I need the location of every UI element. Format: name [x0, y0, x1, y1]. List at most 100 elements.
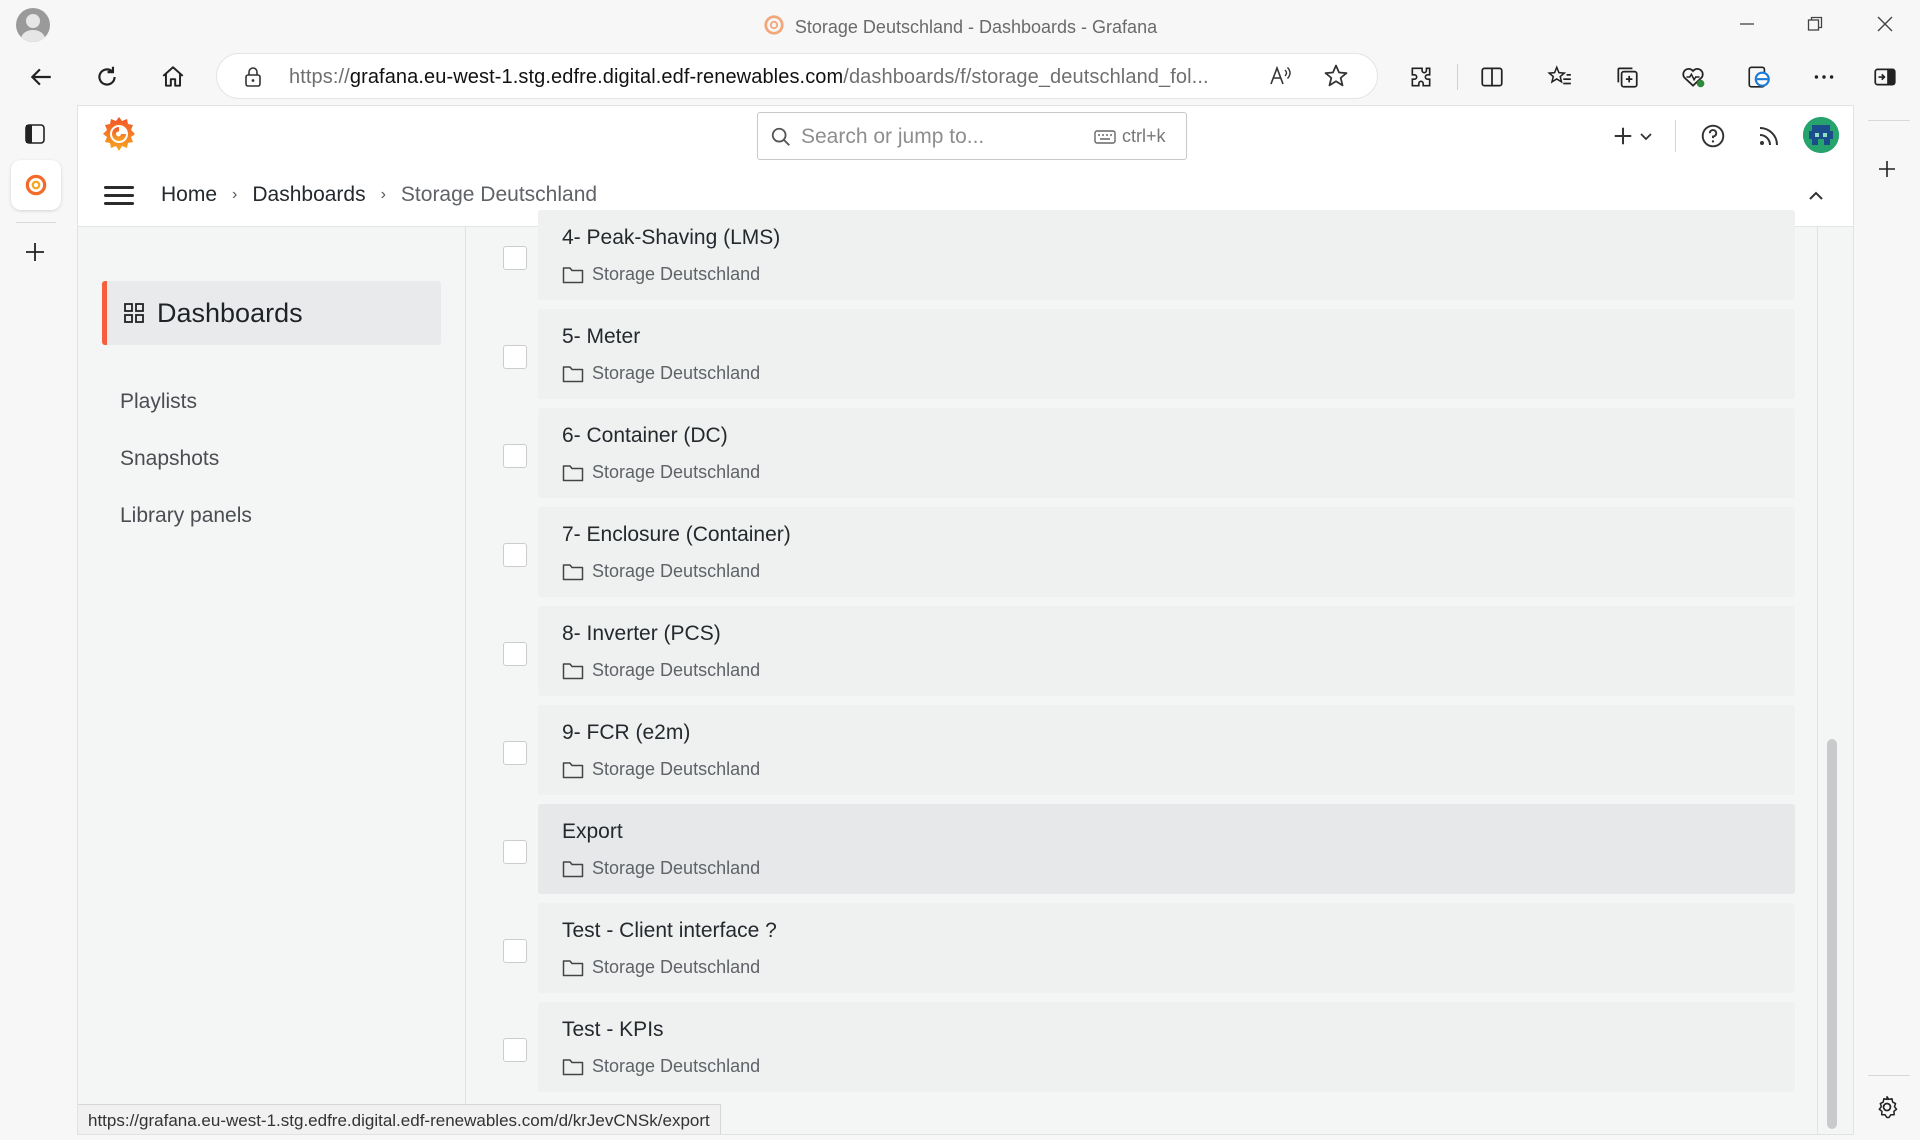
url-origin: https:// — [289, 66, 350, 88]
grafana-tab[interactable] — [11, 160, 61, 210]
list-item: 5- Meter Storage Deutschland — [466, 309, 1816, 399]
window-title-text: Storage Deutschland - Dashboards - Grafa… — [794, 17, 1158, 37]
ie-mode-icon[interactable] — [1738, 56, 1780, 98]
dashboard-folder: Storage Deutschland — [562, 759, 760, 780]
window-title: Storage Deutschland - Dashboards - Grafa… — [0, 14, 1920, 38]
tab-actions-icon[interactable] — [14, 113, 56, 155]
dashboard-folder-name: Storage Deutschland — [592, 660, 761, 680]
browser-essentials-icon[interactable] — [1672, 56, 1714, 98]
list-item: 6- Container (DC) Storage Deutschland — [466, 408, 1816, 498]
menu-toggle-icon[interactable] — [104, 184, 134, 208]
minimize-icon[interactable] — [1720, 4, 1774, 44]
add-sidebar-app-icon[interactable] — [1866, 148, 1908, 190]
dashboard-card[interactable]: 8- Inverter (PCS) Storage Deutschland — [538, 606, 1795, 696]
dashboard-card[interactable]: Test - Client interface ? Storage Deutsc… — [538, 903, 1795, 993]
nav-item-playlists[interactable]: Playlists — [120, 390, 197, 414]
row-checkbox[interactable] — [503, 741, 527, 765]
url-text[interactable]: https://grafana.eu-west-1.stg.edfre.digi… — [289, 66, 1209, 89]
dashboard-card[interactable]: 9- FCR (e2m) Storage Deutschland — [538, 705, 1795, 795]
news-feed-icon[interactable] — [1750, 117, 1788, 155]
dashboard-folder-name: Storage Deutschland — [592, 759, 761, 779]
dashboard-card[interactable]: 7- Enclosure (Container) Storage Deutsch… — [538, 507, 1795, 597]
dashboard-folder-name: Storage Deutschland — [592, 462, 761, 482]
sidebar-toggle-icon[interactable] — [1864, 56, 1906, 98]
dashboard-title[interactable]: Export — [562, 820, 623, 844]
breadcrumb-current: Storage Deutschland — [400, 183, 598, 206]
search-icon — [771, 127, 790, 146]
list-item: Test - KPIs Storage Deutschland — [466, 1002, 1816, 1092]
back-icon[interactable] — [20, 56, 62, 98]
dashboard-card[interactable]: Export Storage Deutschland — [538, 804, 1795, 894]
dashboard-card[interactable]: 6- Container (DC) Storage Deutschland — [538, 408, 1795, 498]
dashboard-card[interactable]: Test - KPIs Storage Deutschland — [538, 1002, 1795, 1092]
row-checkbox[interactable] — [503, 642, 527, 666]
dashboard-folder: Storage Deutschland — [562, 660, 760, 681]
grafana-logo-icon[interactable] — [99, 115, 139, 153]
dashboard-title[interactable]: Test - Client interface ? — [562, 919, 777, 943]
breadcrumb-dashboards[interactable]: Dashboards — [252, 183, 365, 207]
dashboard-title[interactable]: 4- Peak-Shaving (LMS) — [562, 226, 780, 250]
nav-item-snapshots[interactable]: Snapshots — [120, 447, 219, 471]
favorites-icon[interactable] — [1539, 56, 1581, 98]
edge-sidebar — [1856, 105, 1920, 1140]
dashboard-title[interactable]: Test - KPIs — [562, 1018, 664, 1042]
breadcrumb-separator-icon: › — [380, 186, 386, 203]
folder-icon — [562, 959, 584, 976]
nav-item-library-panels[interactable]: Library panels — [120, 504, 252, 528]
help-icon[interactable] — [1694, 117, 1732, 155]
dashboard-title[interactable]: 7- Enclosure (Container) — [562, 523, 791, 547]
folder-icon — [562, 266, 584, 283]
dashboard-card[interactable]: 4- Peak-Shaving (LMS) Storage Deutschlan… — [538, 210, 1795, 300]
chevron-down-icon — [1640, 133, 1652, 141]
dashboard-folder: Storage Deutschland — [562, 1056, 760, 1077]
dashboard-folder-name: Storage Deutschland — [592, 1056, 761, 1076]
collapse-header-icon[interactable] — [1806, 186, 1826, 211]
url-host: grafana.eu-west-1.stg.edfre.digital.edf-… — [349, 66, 844, 88]
collections-icon[interactable] — [1606, 56, 1648, 98]
list-scrollbar[interactable] — [1827, 739, 1837, 1129]
row-checkbox[interactable] — [503, 543, 527, 567]
row-checkbox[interactable] — [503, 345, 527, 369]
vertical-tabs-strip — [0, 105, 76, 1140]
folder-icon — [562, 464, 584, 481]
sidebar-settings-gear-icon[interactable] — [1866, 1086, 1908, 1128]
list-item: 4- Peak-Shaving (LMS) Storage Deutschlan… — [466, 210, 1816, 300]
extensions-icon[interactable] — [1400, 56, 1442, 98]
nav-item-dashboards[interactable]: Dashboards — [102, 281, 441, 345]
user-avatar[interactable] — [1803, 117, 1839, 153]
row-checkbox[interactable] — [503, 246, 527, 270]
row-checkbox[interactable] — [503, 1038, 527, 1062]
favorite-star-icon[interactable] — [1322, 62, 1350, 95]
dashboard-title[interactable]: 8- Inverter (PCS) — [562, 622, 721, 646]
home-icon[interactable] — [152, 56, 194, 98]
row-checkbox[interactable] — [503, 840, 527, 864]
breadcrumb-separator-icon: › — [232, 186, 238, 203]
list-item: 9- FCR (e2m) Storage Deutschland — [466, 705, 1816, 795]
restore-icon[interactable] — [1788, 4, 1842, 44]
row-checkbox[interactable] — [503, 939, 527, 963]
split-screen-icon[interactable] — [1471, 56, 1513, 98]
breadcrumb-home[interactable]: Home — [161, 183, 217, 207]
dashboard-card[interactable]: 5- Meter Storage Deutschland — [538, 309, 1795, 399]
lock-icon[interactable] — [243, 66, 263, 88]
new-tab-icon[interactable] — [14, 231, 56, 273]
browser-toolbar: https://grafana.eu-west-1.stg.edfre.digi… — [0, 49, 1920, 105]
search-placeholder: Search or jump to... — [801, 125, 985, 148]
apps-grid-icon — [123, 302, 145, 324]
more-options-icon[interactable] — [1803, 56, 1845, 98]
folder-icon — [562, 860, 584, 877]
dashboard-list: 4- Peak-Shaving (LMS) Storage Deutschlan… — [466, 210, 1853, 1134]
refresh-icon[interactable] — [86, 56, 128, 98]
link-status-bar: https://grafana.eu-west-1.stg.edfre.digi… — [78, 1104, 721, 1134]
address-bar[interactable]: https://grafana.eu-west-1.stg.edfre.digi… — [216, 53, 1378, 99]
close-window-icon[interactable] — [1858, 4, 1912, 44]
dashboard-title[interactable]: 9- FCR (e2m) — [562, 721, 690, 745]
folder-icon — [562, 563, 584, 580]
new-menu-button[interactable] — [1608, 117, 1658, 155]
dashboard-title[interactable]: 5- Meter — [562, 325, 640, 349]
read-aloud-icon[interactable] — [1267, 62, 1295, 95]
dashboard-title[interactable]: 6- Container (DC) — [562, 424, 728, 448]
row-checkbox[interactable] — [503, 444, 527, 468]
search-input[interactable]: Search or jump to... ctrl+k — [757, 112, 1187, 160]
plus-icon — [1614, 127, 1632, 145]
